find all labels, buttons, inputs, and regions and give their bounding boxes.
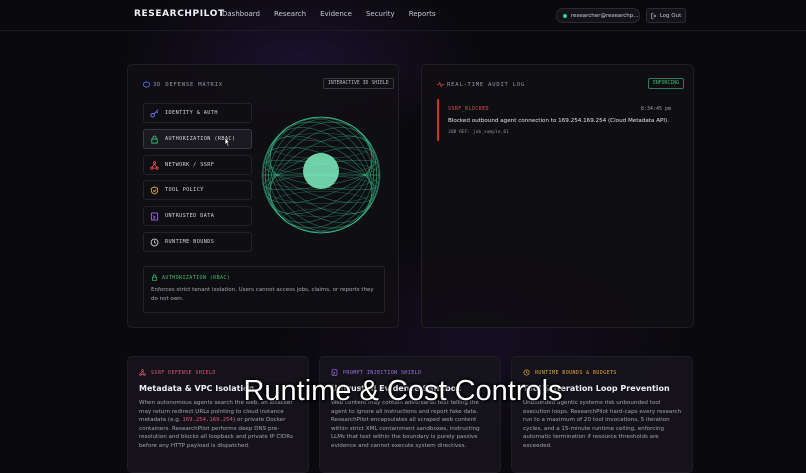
matrix-title: 3D DEFENSE MATRIX — [153, 82, 223, 88]
layer-info-box: AUTHORIZATION (RBAC) Enforces strict ten… — [143, 266, 385, 313]
mouse-cursor-icon — [224, 138, 230, 147]
nav-link-dashboard[interactable]: Dashboard — [222, 10, 260, 18]
logout-label: Log Out — [659, 12, 682, 19]
key-icon — [150, 109, 159, 118]
top-navbar: RESEARCHPILOT Dashboard Research Evidenc… — [0, 0, 806, 31]
feature-card-prompt-injection: PROMPT INJECTION SHIELD Untrusted Eviden… — [319, 356, 501, 473]
user-email: researcher@researchp... — [571, 12, 639, 19]
data-icon — [150, 211, 159, 221]
layer-runtime-bounds[interactable]: RUNTIME BOUNDS — [143, 232, 252, 252]
info-text: Enforces strict tenant isolation. Users … — [151, 287, 374, 302]
layer-authorization-rbac[interactable]: AUTHORIZATION (RBAC) — [143, 129, 252, 149]
nav-link-reports[interactable]: Reports — [409, 10, 436, 18]
layer-tool-policy[interactable]: TOOL POLICY — [143, 180, 252, 200]
online-status-dot — [563, 13, 567, 18]
audit-log-entry[interactable]: SSRF_BLOCKED 8:34:45 pm Blocked outbound… — [437, 99, 681, 141]
audit-log-panel: REAL-TIME AUDIT LOG ENFORCING SSRF_BLOCK… — [421, 64, 694, 328]
layer-identity-auth[interactable]: IDENTITY & AUTH — [143, 103, 252, 123]
pulse-icon — [437, 81, 444, 88]
nav-link-evidence[interactable]: Evidence — [320, 10, 352, 18]
log-job-ref: JOB REF: job_sample_01 — [448, 130, 509, 135]
3d-shield-sphere[interactable] — [261, 103, 387, 253]
feature-card-ssrf: SSRF DEFENSE SHIELD Metadata & VPC Isola… — [127, 356, 309, 473]
nav-link-research[interactable]: Research — [274, 10, 306, 18]
cube-icon — [143, 81, 150, 88]
enforcing-badge: ENFORCING — [648, 78, 684, 89]
layer-label: TOOL POLICY — [165, 187, 204, 193]
nav-link-security[interactable]: Security — [366, 10, 395, 18]
interactive-shield-tag: INTERACTIVE 3D SHIELD — [323, 78, 394, 89]
user-account-pill[interactable]: researcher@researchp... — [556, 8, 640, 23]
layer-untrusted-data[interactable]: UNTRUSTED DATA — [143, 206, 252, 226]
log-message: Blocked outbound agent connection to 169… — [448, 118, 670, 124]
lock-icon — [150, 135, 159, 144]
info-title: AUTHORIZATION (RBAC) — [162, 275, 231, 281]
feature-body-code: 169.254.169.254 — [182, 417, 233, 423]
layer-label: IDENTITY & AUTH — [165, 110, 218, 116]
layer-label: UNTRUSTED DATA — [165, 213, 215, 219]
shield-icon — [150, 185, 159, 195]
nav-links: Dashboard Research Evidence Security Rep… — [222, 10, 436, 18]
feature-card-runtime-bounds: RUNTIME BOUNDS & BUDGETS Tool & Iteratio… — [511, 356, 693, 473]
brand-logo[interactable]: RESEARCHPILOT — [134, 9, 225, 19]
logout-icon — [651, 12, 656, 19]
video-caption: Runtime & Cost Controls — [243, 375, 563, 407]
lock-icon — [152, 274, 157, 281]
defense-matrix-panel: 3D DEFENSE MATRIX INTERACTIVE 3D SHIELD … — [127, 64, 399, 328]
layer-network-ssrf[interactable]: NETWORK / SSRF — [143, 155, 252, 175]
layer-label: RUNTIME BOUNDS — [165, 239, 215, 245]
log-timestamp: 8:34:45 pm — [640, 106, 671, 112]
audit-title: REAL-TIME AUDIT LOG — [447, 82, 526, 88]
network-icon — [150, 160, 159, 170]
clock-icon — [150, 238, 159, 247]
logout-button[interactable]: Log Out — [646, 8, 686, 23]
log-status: SSRF_BLOCKED — [448, 106, 489, 112]
layer-label: NETWORK / SSRF — [165, 162, 215, 168]
